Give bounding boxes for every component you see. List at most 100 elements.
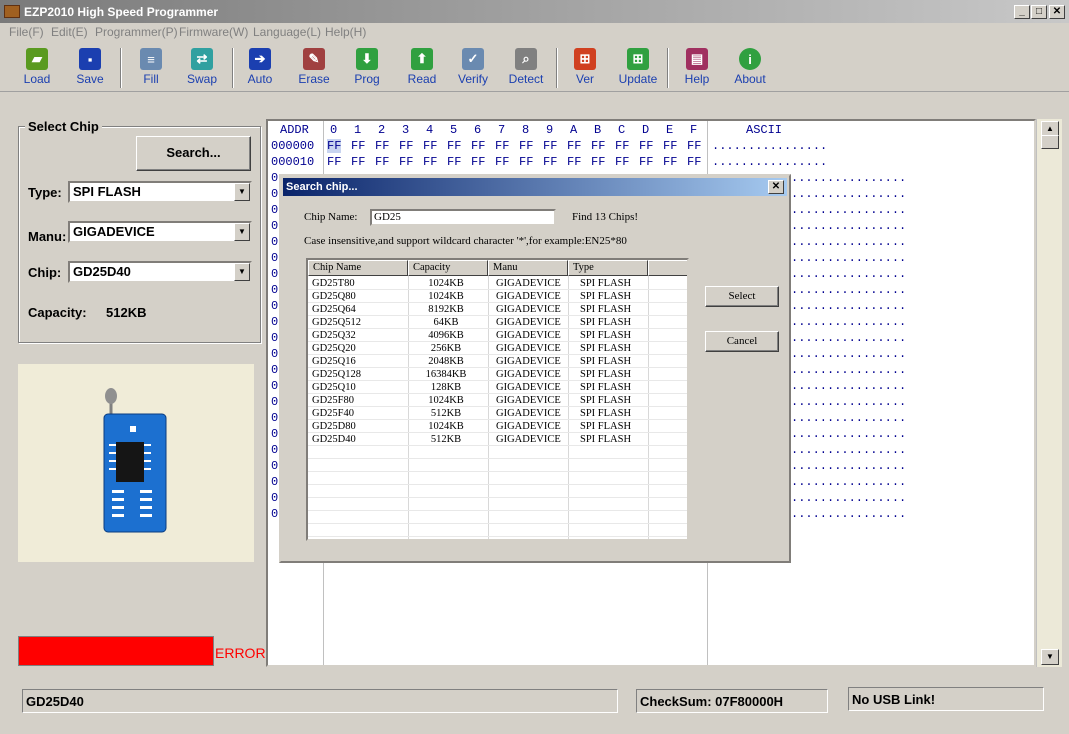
chevron-down-icon[interactable]: ▼ [234,183,250,201]
vertical-scrollbar[interactable]: ▲ ▼ [1036,119,1062,667]
hex-byte[interactable]: FF [351,139,365,153]
menu-help[interactable]: Help(H) [325,25,366,39]
ascii-text[interactable]: ................ [791,507,906,521]
table-row[interactable]: GD25Q512 64KB GIGADEVICE SPI FLASH [308,316,687,329]
menu-programmer[interactable]: Programmer(P) [95,25,178,39]
search-button[interactable]: Search... [136,136,251,171]
ascii-text[interactable]: ................ [791,411,906,425]
table-row[interactable]: GD25F80 1024KB GIGADEVICE SPI FLASH [308,394,687,407]
hex-byte[interactable]: FF [375,155,389,169]
hex-byte[interactable]: FF [567,139,581,153]
select-button[interactable]: Select [705,286,779,307]
hex-byte[interactable]: FF [519,155,533,169]
maximize-button[interactable]: □ [1031,5,1047,19]
hex-byte[interactable]: FF [615,139,629,153]
hex-byte[interactable]: FF [327,155,341,169]
save-button[interactable]: ▪ Save [65,48,115,86]
table-row[interactable]: GD25D80 1024KB GIGADEVICE SPI FLASH [308,420,687,433]
hex-byte[interactable]: FF [543,155,557,169]
hex-byte[interactable]: FF [423,155,437,169]
hex-byte[interactable]: FF [327,139,342,153]
table-row[interactable]: GD25F40 512KB GIGADEVICE SPI FLASH [308,407,687,420]
hex-byte[interactable]: FF [447,139,461,153]
ver-button[interactable]: ⊞ Ver [560,48,610,86]
hex-byte[interactable]: FF [639,155,653,169]
dialog-close-button[interactable]: ✕ [768,180,784,194]
table-row[interactable]: GD25Q16 2048KB GIGADEVICE SPI FLASH [308,355,687,368]
ascii-text[interactable]: ................ [791,363,906,377]
manu-select[interactable]: GIGADEVICE ▼ [68,221,252,243]
hex-byte[interactable]: FF [615,155,629,169]
menu-edit[interactable]: Edit(E) [51,25,88,39]
hex-byte[interactable]: FF [495,139,509,153]
ascii-text[interactable]: ................ [791,379,906,393]
prog-button[interactable]: ⬇ Prog [342,48,392,86]
ascii-text[interactable]: ................ [791,315,906,329]
table-row[interactable]: GD25Q10 128KB GIGADEVICE SPI FLASH [308,381,687,394]
ascii-text[interactable]: ................ [791,203,906,217]
erase-button[interactable]: ✎ Erase [289,48,339,86]
ascii-text[interactable]: ................ [791,171,906,185]
ascii-text[interactable]: ................ [791,267,906,281]
hex-byte[interactable]: FF [591,139,605,153]
chip-results-grid[interactable]: Chip Name Capacity Manu Type GD25T80 1024… [306,258,689,541]
ascii-text[interactable]: ................ [791,443,906,457]
ascii-text[interactable]: ................ [712,155,827,169]
hex-byte[interactable]: FF [351,155,365,169]
scroll-down-icon[interactable]: ▼ [1041,649,1059,665]
table-row[interactable]: GD25Q32 4096KB GIGADEVICE SPI FLASH [308,329,687,342]
table-row[interactable]: GD25Q128 16384KB GIGADEVICE SPI FLASH [308,368,687,381]
hex-byte[interactable]: FF [567,155,581,169]
hex-byte[interactable]: FF [399,139,413,153]
ascii-text[interactable]: ................ [791,347,906,361]
verify-button[interactable]: ✓ Verify [448,48,498,86]
col-header-manu[interactable]: Manu [488,260,568,276]
help-button[interactable]: ▤ Help [672,48,722,86]
scroll-thumb[interactable] [1041,135,1059,149]
col-header-chip-name[interactable]: Chip Name [308,260,408,276]
ascii-text[interactable]: ................ [791,475,906,489]
hex-byte[interactable]: FF [471,155,485,169]
table-row[interactable]: GD25Q64 8192KB GIGADEVICE SPI FLASH [308,303,687,316]
update-button[interactable]: ⊞ Update [613,48,663,86]
minimize-button[interactable]: _ [1014,5,1030,19]
menu-file[interactable]: File(F) [9,25,44,39]
ascii-text[interactable]: ................ [791,459,906,473]
hex-byte[interactable]: FF [663,155,677,169]
table-row[interactable]: GD25T80 1024KB GIGADEVICE SPI FLASH [308,277,687,290]
cancel-button[interactable]: Cancel [705,331,779,352]
ascii-text[interactable]: ................ [791,331,906,345]
ascii-text[interactable]: ................ [791,219,906,233]
table-row[interactable]: GD25Q20 256KB GIGADEVICE SPI FLASH [308,342,687,355]
ascii-text[interactable]: ................ [791,299,906,313]
hex-byte[interactable]: FF [687,139,701,153]
ascii-text[interactable]: ................ [712,139,827,153]
col-header-type[interactable]: Type [568,260,648,276]
ascii-text[interactable]: ................ [791,395,906,409]
hex-byte[interactable]: FF [423,139,437,153]
col-header-capacity[interactable]: Capacity [408,260,488,276]
ascii-text[interactable]: ................ [791,187,906,201]
read-button[interactable]: ⬆ Read [397,48,447,86]
hex-byte[interactable]: FF [639,139,653,153]
ascii-text[interactable]: ................ [791,427,906,441]
hex-byte[interactable]: FF [543,139,557,153]
chevron-down-icon[interactable]: ▼ [234,263,250,281]
hex-byte[interactable]: FF [519,139,533,153]
hex-byte[interactable]: FF [447,155,461,169]
close-button[interactable]: ✕ [1049,5,1065,19]
swap-button[interactable]: ⇄ Swap [177,48,227,86]
fill-button[interactable]: ≡ Fill [126,48,176,86]
about-button[interactable]: i About [725,48,775,86]
load-button[interactable]: ▰ Load [12,48,62,86]
hex-byte[interactable]: FF [591,155,605,169]
chip-select[interactable]: GD25D40 ▼ [68,261,252,283]
hex-byte[interactable]: FF [687,155,701,169]
hex-byte[interactable]: FF [471,139,485,153]
ascii-text[interactable]: ................ [791,251,906,265]
menu-firmware[interactable]: Firmware(W) [179,25,248,39]
hex-byte[interactable]: FF [495,155,509,169]
auto-button[interactable]: ➔ Auto [235,48,285,86]
ascii-text[interactable]: ................ [791,283,906,297]
hex-byte[interactable]: FF [399,155,413,169]
